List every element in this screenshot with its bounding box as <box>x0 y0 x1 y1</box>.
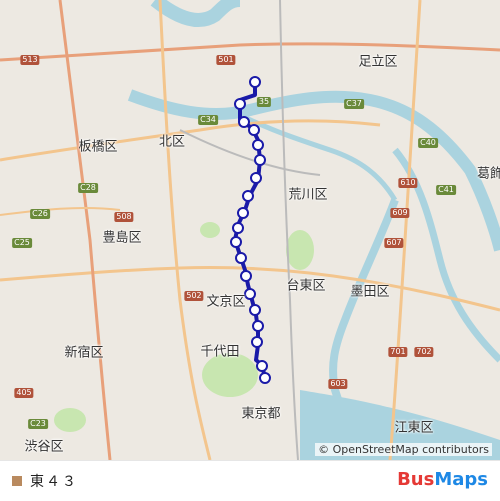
bus-stop <box>248 124 260 136</box>
road-shield: C26 <box>30 209 50 219</box>
place-label-shinjuku: 新宿区 <box>64 345 104 361</box>
bus-stop <box>230 236 242 248</box>
place-label-taito: 台東区 <box>286 278 326 294</box>
road-shield: 609 <box>390 208 410 218</box>
imperial-palace-park <box>202 353 258 397</box>
bus-stop <box>256 360 268 372</box>
bus-stop <box>240 270 252 282</box>
route-color-swatch <box>12 476 22 486</box>
place-label-kita: 北区 <box>158 134 186 150</box>
bus-stop <box>251 336 263 348</box>
place-label-katsushika: 葛飾 <box>476 166 500 182</box>
road-shield: 702 <box>414 347 434 357</box>
road-shield: C34 <box>198 115 218 125</box>
bus-stop <box>249 304 261 316</box>
road-shield: 35 <box>256 97 272 107</box>
ueno-park <box>286 230 314 270</box>
road-shield: 405 <box>14 388 34 398</box>
road-shield: C40 <box>418 138 438 148</box>
bus-stop <box>234 98 246 110</box>
place-label-sumida: 墨田区 <box>350 284 390 300</box>
place-label-arakawa: 荒川区 <box>288 187 328 203</box>
bus-stop <box>232 222 244 234</box>
bus-stop <box>252 139 264 151</box>
place-label-chiyoda: 千代田 <box>200 344 240 360</box>
road-shield: C25 <box>12 238 32 248</box>
place-label-bunkyo: 文京区 <box>206 294 246 310</box>
bus-stop <box>250 172 262 184</box>
road-shield: 603 <box>328 379 348 389</box>
place-label-toshima: 豊島区 <box>102 230 142 246</box>
road-shield: 508 <box>114 212 134 222</box>
road-shield: C28 <box>78 183 98 193</box>
bus-stop <box>244 288 256 300</box>
road-shield: C23 <box>28 419 48 429</box>
road-shield: 607 <box>384 238 404 248</box>
road-shield: 701 <box>388 347 408 357</box>
park-area <box>200 222 220 238</box>
route-name-label: 東４３ <box>30 474 78 490</box>
map-view[interactable]: 足立区 板橋区 北区 葛飾 荒川区 豊島区 台東区 文京区 墨田区 新宿区 千代… <box>0 0 500 460</box>
bus-stop <box>238 116 250 128</box>
bus-stop <box>252 320 264 332</box>
brand-part-bus: Bus <box>397 469 435 490</box>
bus-stop <box>242 190 254 202</box>
road-shield: 501 <box>216 55 236 65</box>
map-attribution[interactable]: © OpenStreetMap contributors <box>315 443 492 456</box>
place-label-adachi: 足立区 <box>358 54 398 70</box>
place-label-shibuya: 渋谷区 <box>24 439 64 455</box>
bus-stop <box>235 252 247 264</box>
road-shield: 513 <box>20 55 40 65</box>
map-canvas[interactable] <box>0 0 500 460</box>
place-label-tokyo: 東京都 <box>241 406 281 422</box>
road-shield: 502 <box>184 291 204 301</box>
park-area <box>54 408 86 432</box>
urban-area <box>0 0 500 460</box>
place-label-itabashi: 板橋区 <box>78 139 118 155</box>
road-shield: 610 <box>398 178 418 188</box>
brand-part-maps: Maps <box>434 469 488 490</box>
bus-stop <box>259 372 271 384</box>
place-label-koto: 江東区 <box>394 420 434 436</box>
legend-bar: 東４３ BusMaps <box>0 460 500 501</box>
road-shield: C37 <box>344 99 364 109</box>
busmaps-logo[interactable]: BusMaps <box>397 469 488 490</box>
bus-stop <box>237 207 249 219</box>
bus-stop <box>254 154 266 166</box>
bus-stop <box>249 76 261 88</box>
road-shield: C41 <box>436 185 456 195</box>
